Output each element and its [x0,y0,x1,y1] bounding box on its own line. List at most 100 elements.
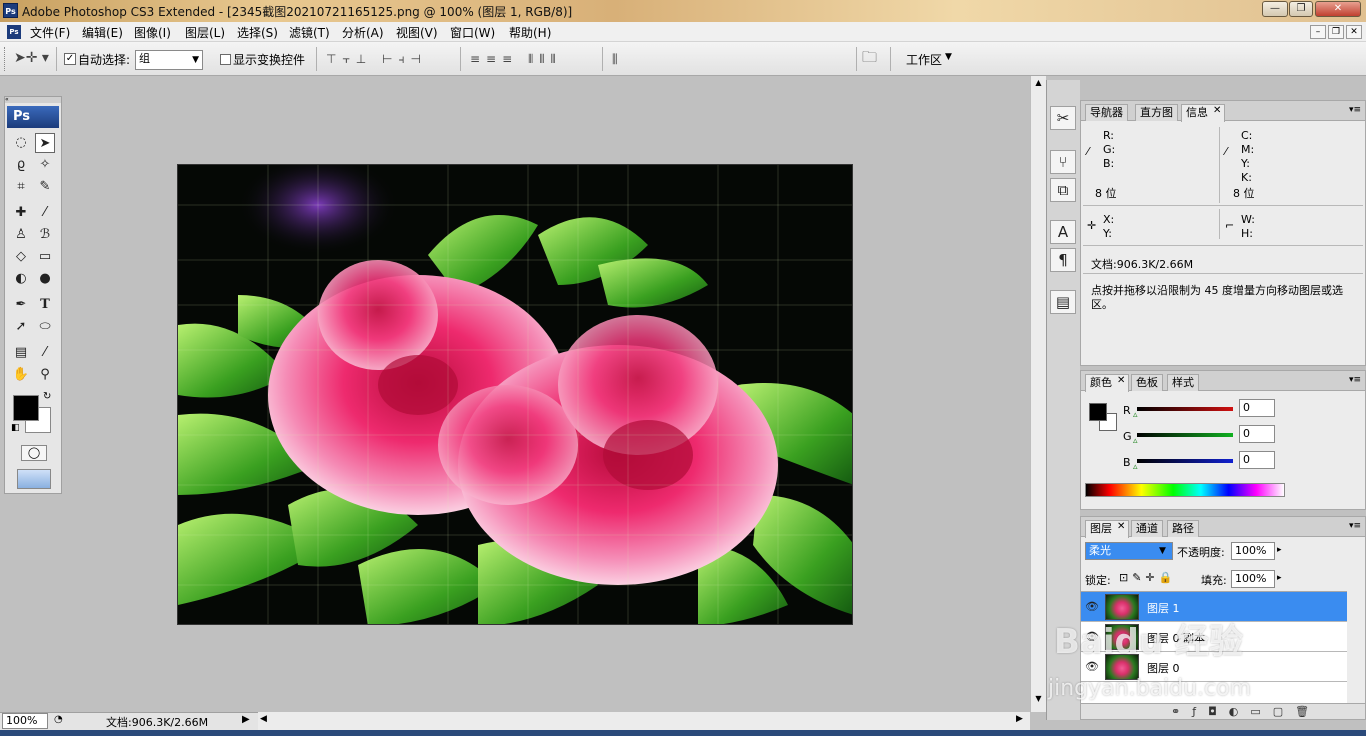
type-tool-icon[interactable]: T [35,295,55,315]
channel-b-value[interactable]: 0 [1239,451,1275,469]
channel-g-value[interactable]: 0 [1239,425,1275,443]
green-slider-track[interactable] [1137,433,1233,437]
chevron-down-icon[interactable]: ▼ [945,52,952,62]
visibility-eye-icon[interactable]: 👁 [1085,600,1099,613]
fill-field[interactable]: 100% [1231,570,1275,588]
menu-analysis[interactable]: 分析(A) [342,24,384,41]
menu-help[interactable]: 帮助(H) [509,24,551,41]
brush-tool-icon[interactable]: ⁄ [35,203,55,223]
eraser-tool-icon[interactable]: ◇ [11,247,31,267]
document-canvas[interactable] [177,164,853,625]
minimize-button[interactable]: — [1262,1,1288,17]
eyedropper-icon[interactable]: ⁄ [35,343,55,363]
blur-tool-icon[interactable]: ◐ [11,269,31,289]
menu-filter[interactable]: 滤镜(T) [289,24,330,41]
foreground-color-swatch[interactable] [1089,403,1107,421]
opacity-field[interactable]: 100% [1231,542,1275,560]
close-tab-icon[interactable]: ✕ [1117,375,1125,386]
pen-tool-icon[interactable]: ✒ [11,295,31,315]
slider-thumb-icon[interactable]: ▵ [1133,410,1138,420]
scroll-down-icon[interactable]: ▼ [1032,694,1045,706]
tab-styles[interactable]: 样式 [1167,374,1199,391]
paragraph-icon[interactable]: ¶ [1050,248,1076,272]
scroll-right-icon[interactable]: ▶ [1016,714,1023,724]
maximize-button[interactable]: ❐ [1289,1,1313,17]
healing-brush-icon[interactable]: ✚ [11,203,31,223]
menu-file[interactable]: 文件(F) [30,24,70,41]
clone-source-icon[interactable]: ⧉ [1050,178,1076,202]
red-slider-track[interactable] [1137,407,1233,411]
vertical-scrollbar[interactable]: ▲ ▼ [1030,76,1046,712]
zoom-field[interactable]: 100% [2,713,48,729]
character-icon[interactable]: A [1050,220,1076,244]
fill-arrow-icon[interactable]: ▸ [1277,573,1282,583]
scroll-left-icon[interactable]: ◀ [260,714,267,724]
distribute-buttons-icon[interactable]: ≡≡≡ ⦀⦀⦀ [470,52,562,66]
menu-select[interactable]: 选择(S) [237,24,278,41]
menu-layer[interactable]: 图层(L) [185,24,225,41]
tab-paths[interactable]: 路径 [1167,520,1199,537]
close-tab-icon[interactable]: ✕ [1213,105,1221,116]
menu-view[interactable]: 视图(V) [396,24,438,41]
layer-comps-icon[interactable]: ▤ [1050,290,1076,314]
notes-tool-icon[interactable]: ▤ [11,343,31,363]
path-selection-icon[interactable]: ➚ [11,317,31,337]
tools-icon[interactable]: ✂ [1050,106,1076,130]
move-tool-icon[interactable]: ➤ [35,133,55,153]
screen-mode-icon[interactable] [17,469,51,489]
show-transform-checkbox[interactable] [220,54,231,65]
align-buttons-icon[interactable]: ⊤⫟⊥ ⊢⫞⊣ [326,52,427,66]
tab-histogram[interactable]: 直方图 [1135,104,1178,121]
workspace-menu[interactable]: 工作区 [906,51,942,68]
chevron-down-icon[interactable]: ▼ [1159,546,1166,556]
shape-tool-icon[interactable]: ⬭ [35,317,55,337]
layer-actions-icon[interactable]: ⚭ƒ◘◐▭▢🗑 [1171,705,1321,718]
auto-select-checkbox[interactable]: ✓ [64,53,76,65]
horizontal-scrollbar[interactable]: ◀ ▶ [258,712,1030,730]
auto-select-dropdown[interactable]: 组 ▼ [135,50,203,70]
color-ramp[interactable] [1085,483,1285,497]
lock-options-icon[interactable]: ⊡✎✛🔒 [1119,571,1176,584]
blue-slider-track[interactable] [1137,459,1233,463]
status-menu-arrow-icon[interactable]: ▶ [242,714,250,725]
default-colors-icon[interactable]: ◧ [11,423,20,433]
swap-colors-icon[interactable]: ↻ [43,391,51,402]
menu-window[interactable]: 窗口(W) [450,24,495,41]
slice-tool-icon[interactable]: ✎ [35,177,55,197]
opacity-arrow-icon[interactable]: ▸ [1277,545,1282,555]
close-button[interactable]: ✕ [1315,1,1361,17]
history-brush-icon[interactable]: ℬ [35,225,55,245]
tab-channels[interactable]: 通道 [1131,520,1163,537]
lasso-tool-icon[interactable]: ϱ [11,155,31,175]
zoom-tool-icon[interactable]: ⚲ [35,365,55,385]
doc-minimize-button[interactable]: – [1310,25,1326,39]
panel-menu-icon[interactable]: ▾≡ [1349,105,1361,115]
menu-image[interactable]: 图像(I) [134,24,171,41]
gradient-tool-icon[interactable]: ▭ [35,247,55,267]
panel-menu-icon[interactable]: ▾≡ [1349,375,1361,385]
slider-thumb-icon[interactable]: ▵ [1133,436,1138,446]
doc-restore-button[interactable]: ❐ [1328,25,1344,39]
tab-swatches[interactable]: 色板 [1131,374,1163,391]
dodge-tool-icon[interactable]: ● [35,269,55,289]
tab-navigator[interactable]: 导航器 [1085,104,1128,121]
document-icon[interactable]: Ps [7,25,21,39]
crop-tool-icon[interactable]: ⌗ [11,177,31,197]
hand-tool-icon[interactable]: ✋ [11,365,31,385]
quick-mask-icon[interactable]: ◯ [21,445,47,461]
magic-wand-icon[interactable]: ✧ [35,155,55,175]
scroll-up-icon[interactable]: ▲ [1032,78,1045,90]
panel-menu-icon[interactable]: ▾≡ [1349,521,1361,531]
move-tool-preset-icon[interactable]: ➤✛ ▾ [14,51,49,65]
toolbox-grip[interactable]: « [5,97,61,103]
slider-thumb-icon[interactable]: ▵ [1133,462,1138,472]
brushes-icon[interactable]: ⑂ [1050,150,1076,174]
marquee-tool-icon[interactable]: ◌ [11,133,31,153]
bridge-icon[interactable]: 🗀 [862,50,877,65]
close-tab-icon[interactable]: ✕ [1117,521,1125,532]
auto-align-icon[interactable]: ⫼ [612,52,618,66]
channel-r-value[interactable]: 0 [1239,399,1275,417]
clone-stamp-icon[interactable]: ♙ [11,225,31,245]
status-icon[interactable]: ◔ [54,714,63,725]
menu-edit[interactable]: 编辑(E) [82,24,123,41]
